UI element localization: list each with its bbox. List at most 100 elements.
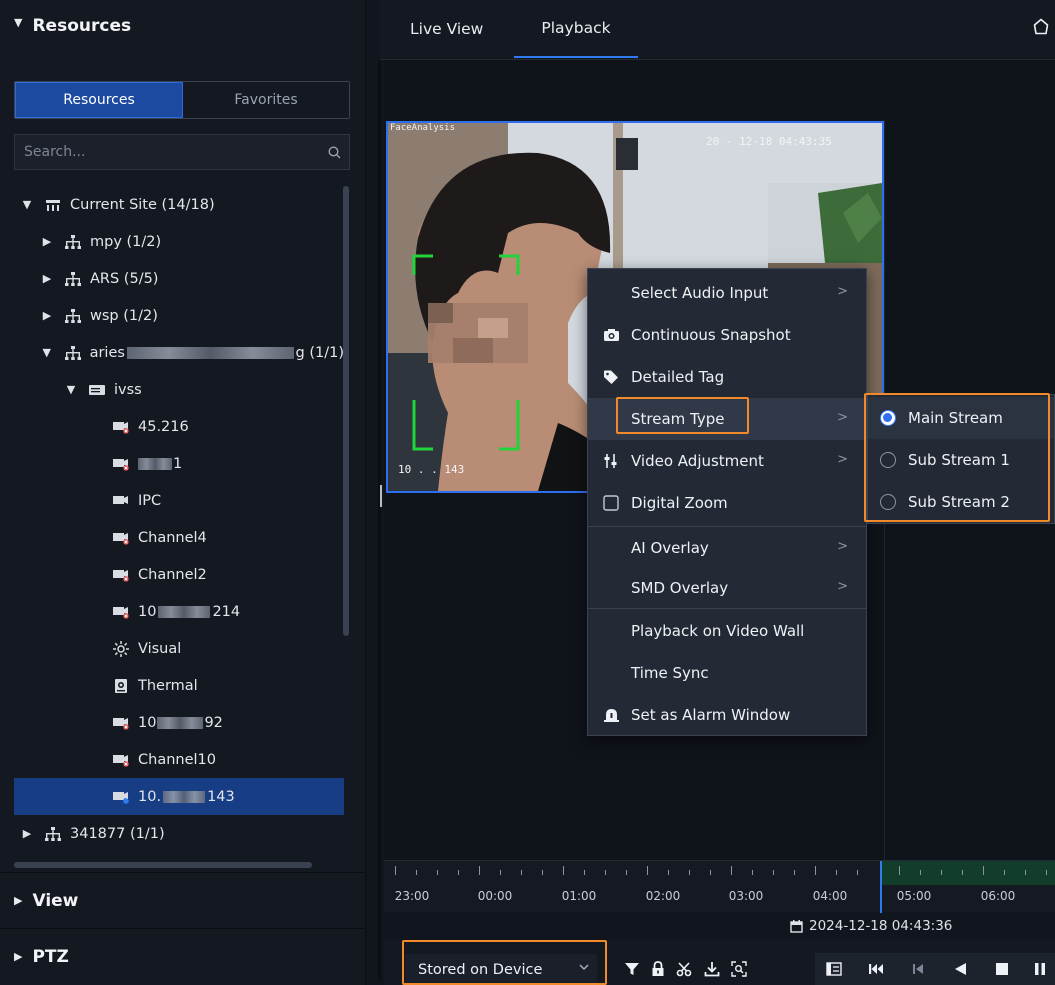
tree-node-label: mpy (1/2) — [90, 233, 162, 250]
tree-node-label: Thermal — [138, 677, 198, 694]
menu-item-smd-overlay[interactable]: SMD Overlay > — [588, 567, 866, 609]
reverse-play-icon[interactable] — [950, 958, 970, 980]
menu-item-digital-zoom[interactable]: Digital Zoom — [588, 482, 866, 524]
stop-icon[interactable] — [992, 958, 1012, 980]
menu-item-time-sync[interactable]: Time Sync — [588, 652, 866, 694]
tree-node-channel[interactable]: Channel2 — [14, 556, 344, 593]
menu-item-label: Stream Type — [631, 410, 725, 428]
smart-search-icon[interactable] — [729, 958, 749, 980]
menu-item-sub-stream-1[interactable]: Sub Stream 1 — [868, 439, 1054, 481]
tree-horizontal-scrollbar[interactable] — [14, 862, 312, 868]
timeline-tick — [521, 870, 522, 875]
tree-node-org[interactable]: ▶ mpy (1/2) — [14, 223, 344, 260]
timeline-cursor[interactable] — [880, 861, 882, 913]
tree-node-channel[interactable]: 10 92 — [14, 704, 344, 741]
tree-node-org[interactable]: ▶ 341877 (1/1) — [14, 815, 344, 852]
tree-node-org[interactable]: ▼ aries g (1/1) — [14, 334, 344, 371]
timeline-tick — [857, 870, 858, 875]
timeline-tick — [983, 866, 984, 875]
menu-item-sub-stream-2[interactable]: Sub Stream 2 — [868, 481, 1054, 523]
step-back-icon[interactable] — [908, 958, 928, 980]
expand-panel-icon[interactable] — [824, 958, 844, 980]
search-input[interactable] — [15, 135, 319, 169]
tree-node-channel-selected[interactable]: 10. 143 — [14, 778, 344, 815]
tree-node-org[interactable]: ▶ wsp (1/2) — [14, 297, 344, 334]
tree-node-channel[interactable]: IPC — [14, 482, 344, 519]
menu-item-video-adjustment[interactable]: Video Adjustment > — [588, 440, 866, 482]
menu-item-playback-on-video-wall[interactable]: Playback on Video Wall — [588, 610, 866, 652]
timeline-tick — [773, 870, 774, 875]
tab-live-view[interactable]: Live View — [410, 0, 483, 58]
menu-item-stream-type[interactable]: Stream Type > — [588, 398, 866, 440]
camera-offline-icon — [112, 418, 130, 436]
resource-search — [14, 134, 350, 170]
tree-node-channel[interactable]: Channel10 — [14, 741, 344, 778]
playback-timeline[interactable]: 23:00 00:00 01:00 02:00 03:00 04:00 05:0… — [384, 860, 1055, 913]
tree-vertical-scrollbar[interactable] — [343, 186, 349, 636]
home-icon[interactable] — [1033, 18, 1049, 39]
caret-right-icon[interactable]: ▶ — [20, 827, 34, 840]
tree-node-device[interactable]: ▼ ivss — [14, 371, 344, 408]
lock-icon[interactable] — [648, 958, 668, 980]
menu-item-continuous-snapshot[interactable]: Continuous Snapshot — [588, 314, 866, 356]
tab-favorites[interactable]: Favorites — [183, 82, 349, 118]
tree-node-channel[interactable]: Channel4 — [14, 519, 344, 556]
tree-node-channel[interactable]: Visual — [14, 630, 344, 667]
tree-node-channel[interactable]: 1 — [14, 445, 344, 482]
timeline-tick — [1004, 870, 1005, 875]
view-section-header[interactable]: ▶ View — [0, 872, 366, 928]
caret-down-icon[interactable]: ▼ — [40, 346, 54, 359]
tree-node-channel[interactable]: 45.216 — [14, 408, 344, 445]
timeline-tick — [941, 870, 942, 875]
caret-down-icon[interactable]: ▼ — [64, 383, 78, 396]
menu-item-label: Main Stream — [908, 409, 1003, 427]
resources-section-header[interactable]: ▼ Resources — [0, 0, 366, 56]
tree-node-channel[interactable]: 10 214 — [14, 593, 344, 630]
ptz-header-label: PTZ — [32, 946, 69, 967]
tab-playback[interactable]: Playback — [514, 0, 638, 58]
menu-item-set-as-alarm-window[interactable]: Set as Alarm Window — [588, 694, 866, 736]
download-icon[interactable] — [702, 958, 722, 980]
tree-node-label-prefix: 10 — [138, 714, 157, 731]
menu-item-label: Sub Stream 1 — [908, 451, 1010, 469]
menu-item-label: Select Audio Input — [631, 284, 769, 302]
pause-icon[interactable] — [1030, 958, 1050, 980]
skip-previous-icon[interactable] — [866, 958, 886, 980]
menu-item-main-stream[interactable]: Main Stream — [868, 397, 1054, 439]
org-icon — [64, 270, 82, 288]
clip-scissors-icon[interactable] — [674, 958, 694, 980]
site-icon — [44, 196, 62, 214]
org-icon — [64, 344, 82, 362]
chevron-right-icon: > — [837, 579, 848, 594]
tree-node-org[interactable]: ▶ ARS (5/5) — [14, 260, 344, 297]
ptz-section-header[interactable]: ▶ PTZ — [0, 928, 366, 984]
timeline-tick — [647, 866, 648, 875]
record-source-select[interactable]: Stored on Device — [405, 954, 597, 985]
radio-unselected-icon[interactable] — [880, 452, 896, 468]
menu-item-ai-overlay[interactable]: AI Overlay > — [588, 527, 866, 569]
filter-icon[interactable] — [622, 958, 642, 980]
radio-unselected-icon[interactable] — [880, 494, 896, 510]
radio-selected-icon[interactable] — [880, 410, 896, 426]
caret-right-icon[interactable]: ▶ — [40, 235, 54, 248]
menu-item-detailed-tag[interactable]: Detailed Tag — [588, 356, 866, 398]
tree-node-channel[interactable]: Thermal — [14, 667, 344, 704]
menu-item-select-audio-input[interactable]: Select Audio Input > — [588, 272, 866, 314]
caret-right-icon[interactable]: ▶ — [40, 309, 54, 322]
panel-splitter[interactable] — [378, 60, 381, 980]
splitter-grip[interactable] — [380, 485, 382, 507]
caret-down-icon[interactable]: ▼ — [20, 198, 34, 211]
tree-node-label-prefix: 10. — [138, 788, 162, 805]
playback-datetime[interactable]: 2024-12-18 04:43:36 — [790, 918, 952, 934]
tree-node-current-site[interactable]: ▼ Current Site (14/18) — [14, 186, 344, 223]
resources-header-label: Resources — [32, 16, 132, 36]
menu-item-label: Set as Alarm Window — [631, 706, 791, 724]
tab-resources[interactable]: Resources — [15, 82, 183, 118]
tree-node-label: Current Site (14/18) — [70, 196, 215, 213]
alarm-icon — [602, 706, 620, 724]
search-icon[interactable] — [319, 135, 349, 169]
caret-right-icon[interactable]: ▶ — [40, 272, 54, 285]
timeline-tick — [584, 870, 585, 875]
checkbox-icon[interactable] — [602, 494, 620, 512]
tree-node-label: 45.216 — [138, 418, 189, 435]
